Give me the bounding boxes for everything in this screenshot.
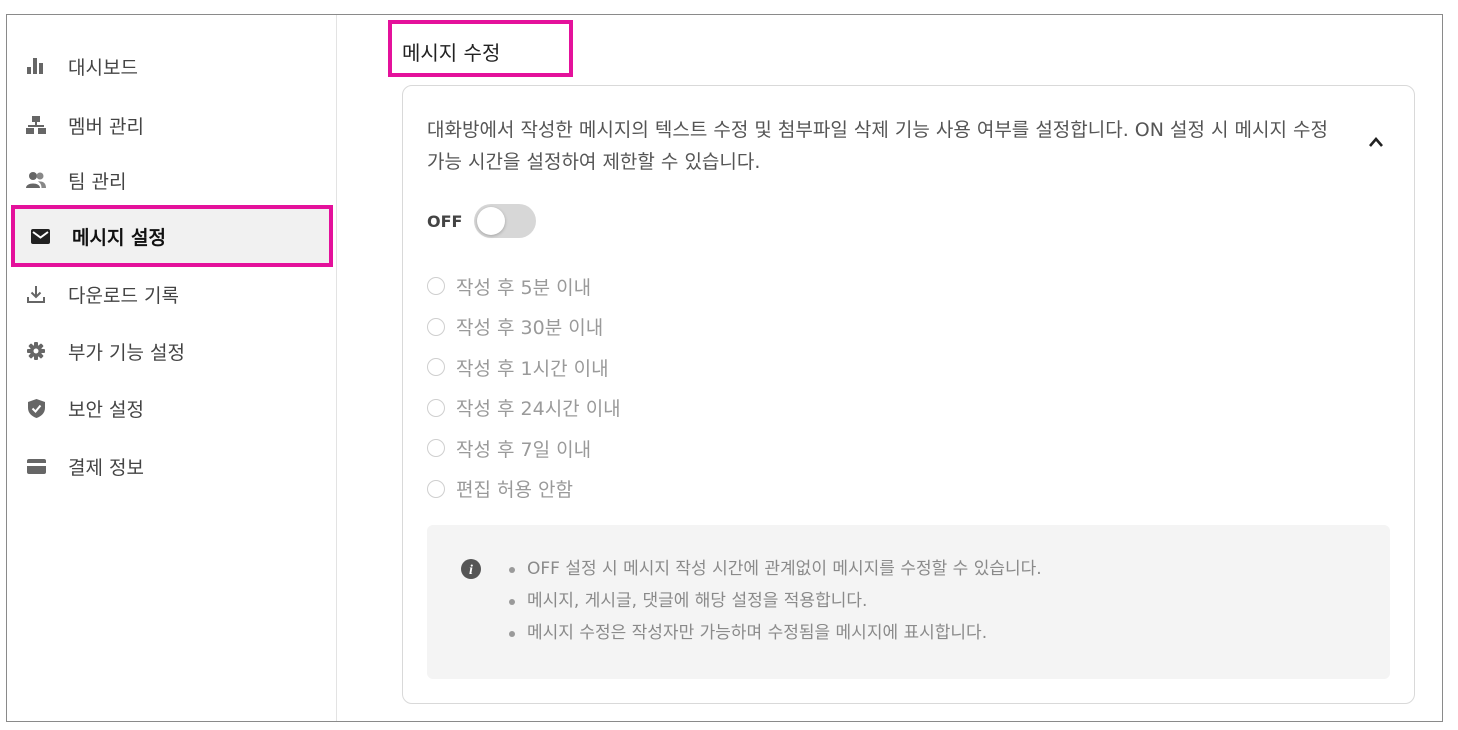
radio-button[interactable] [427,317,445,336]
sidebar-item-label: 메시지 설정 [72,226,167,249]
sidebar-item-label: 멤버 관리 [68,115,144,138]
option-label: 작성 후 5분 이내 [456,276,592,299]
sidebar-item-extra-features[interactable]: 부가 기능 설정 [11,324,333,378]
sidebar-item-members[interactable]: 멤버 관리 [11,98,333,152]
message-edit-card: 대화방에서 작성한 메시지의 텍스트 수정 및 첨부파일 삭제 기능 사용 여부… [402,85,1415,704]
sidebar-item-label: 결제 정보 [68,456,144,479]
option-label: 편집 허용 안함 [456,479,573,502]
option-1hour[interactable]: 작성 후 1시간 이내 [427,347,621,388]
sidebar-item-download-history[interactable]: 다운로드 기록 [11,267,333,321]
sidebar-item-label: 대시보드 [68,56,138,79]
chevron-up-icon [1369,137,1383,147]
radio-button[interactable] [427,358,445,377]
sidebar-item-billing[interactable]: 결제 정보 [11,439,333,493]
option-label: 작성 후 7일 이내 [456,438,592,461]
users-icon [26,170,46,190]
option-label: 작성 후 30분 이내 [456,317,604,340]
gear-icon [26,341,46,361]
info-item: 메시지 수정은 작성자만 가능하며 수정됨을 메시지에 표시합니다. [507,617,1042,649]
radio-button[interactable] [427,398,445,417]
shield-check-icon [26,398,46,418]
sidebar-item-security[interactable]: 보안 설정 [11,381,333,435]
sidebar-item-teams[interactable]: 팀 관리 [11,153,333,207]
option-label: 작성 후 1시간 이내 [456,357,609,380]
edit-time-options: 작성 후 5분 이내 작성 후 30분 이내 작성 후 1시간 이내 작성 후 … [427,266,621,509]
option-5min[interactable]: 작성 후 5분 이내 [427,266,621,307]
mail-icon [30,226,50,246]
radio-button[interactable] [427,439,445,458]
main-content: 메시지 수정 대화방에서 작성한 메시지의 텍스트 수정 및 첨부파일 삭제 기… [338,15,1442,721]
org-chart-icon [26,115,46,135]
option-24hours[interactable]: 작성 후 24시간 이내 [427,388,621,429]
sidebar-item-label: 부가 기능 설정 [68,341,185,364]
sidebar-item-label: 다운로드 기록 [68,284,179,307]
sidebar-item-label: 보안 설정 [68,398,144,421]
toggle-knob [477,207,506,235]
bar-chart-icon [26,56,46,76]
option-7days[interactable]: 작성 후 7일 이내 [427,428,621,469]
section-title: 메시지 수정 [402,41,501,65]
radio-button[interactable] [427,277,445,296]
info-item: OFF 설정 시 메시지 작성 시간에 관계없이 메시지를 수정할 수 있습니다… [507,553,1042,585]
sidebar-item-dashboard[interactable]: 대시보드 [11,39,333,93]
radio-button[interactable] [427,479,445,498]
sidebar-item-label: 팀 관리 [68,170,127,193]
option-label: 작성 후 24시간 이내 [456,398,621,421]
section-description: 대화방에서 작성한 메시지의 텍스트 수정 및 첨부파일 삭제 기능 사용 여부… [427,119,1328,173]
toggle-state-label: OFF [427,211,463,231]
svg-text:i: i [469,563,473,578]
option-no-edit[interactable]: 편집 허용 안함 [427,469,621,510]
info-box: i OFF 설정 시 메시지 작성 시간에 관계없이 메시지를 수정할 수 있습… [427,525,1390,679]
collapse-button[interactable] [1366,134,1386,150]
info-list: OFF 설정 시 메시지 작성 시간에 관계없이 메시지를 수정할 수 있습니다… [507,553,1042,649]
sidebar: 대시보드 멤버 관리 팀 관리 메시지 설정 다운로드 기록 부가 기능 설정 … [7,15,337,721]
sidebar-item-message-settings[interactable]: 메시지 설정 [11,205,333,267]
info-icon: i [461,559,481,579]
download-icon [26,284,46,304]
option-30min[interactable]: 작성 후 30분 이내 [427,307,621,348]
settings-window: 대시보드 멤버 관리 팀 관리 메시지 설정 다운로드 기록 부가 기능 설정 … [6,14,1443,722]
info-item: 메시지, 게시글, 댓글에 해당 설정을 적용합니다. [507,585,1042,617]
message-edit-toggle[interactable] [474,204,537,238]
credit-card-icon [26,456,46,476]
edit-toggle-row: OFF [427,204,537,238]
